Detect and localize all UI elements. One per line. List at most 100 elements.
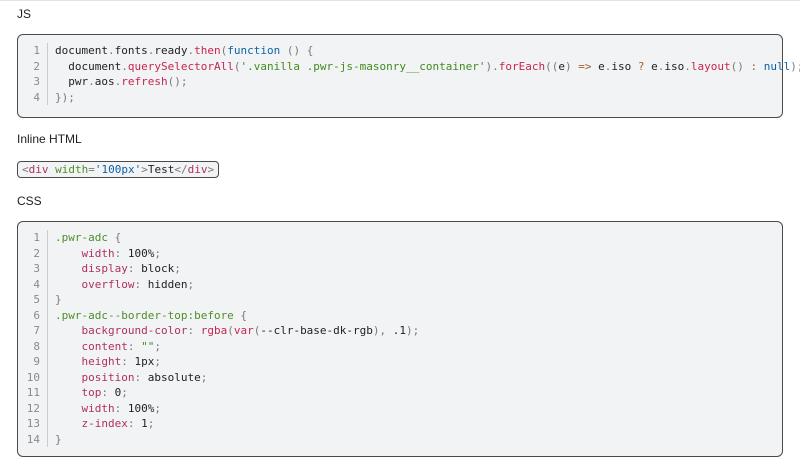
gutter-divider xyxy=(47,431,48,447)
code-token: : xyxy=(114,246,128,260)
line-number: 5 xyxy=(33,293,40,306)
gutter-divider xyxy=(47,89,48,105)
code-text: } xyxy=(55,432,62,448)
line-number: 1 xyxy=(33,231,40,244)
code-token: => xyxy=(571,59,599,73)
code-text: .pwr-adc--border-top:before { xyxy=(55,308,247,324)
line-number: 1 xyxy=(33,44,40,57)
code-text: content: ""; xyxy=(55,339,161,355)
code-token: null xyxy=(763,59,791,73)
gutter-divider xyxy=(47,323,48,339)
code-text: .pwr-adc { xyxy=(55,230,121,246)
css-section-label: CSS xyxy=(17,194,42,208)
css-code-line: 14} xyxy=(18,431,782,448)
code-token: pwr xyxy=(55,75,89,88)
code-token: { xyxy=(233,308,248,322)
code-token: ; xyxy=(154,401,161,415)
code-token: > xyxy=(207,163,215,176)
line-number: 12 xyxy=(26,401,40,415)
code-token: ); xyxy=(790,59,800,73)
code-token: . xyxy=(492,59,499,73)
code-token: ); xyxy=(406,324,420,337)
line-number: 10 xyxy=(26,370,40,384)
code-token: absolute xyxy=(147,370,201,384)
code-token: .pwr-adc xyxy=(55,231,108,244)
code-token: block xyxy=(141,262,175,275)
js-code-line: 3 pwr.aos.refresh(); xyxy=(18,74,782,90)
gutter-divider xyxy=(47,276,48,292)
code-token: .pwr-adc--border-top:before xyxy=(55,308,234,322)
css-code-line: 9 height: 1px; xyxy=(18,354,782,370)
code-token: . xyxy=(121,59,128,73)
code-token: . xyxy=(107,44,115,57)
code-token: content xyxy=(55,339,128,353)
code-token: position xyxy=(55,370,135,384)
code-text: } xyxy=(55,292,62,308)
code-text: top: 0; xyxy=(55,385,128,401)
code-token: : xyxy=(114,401,128,415)
code-token: 100% xyxy=(127,246,155,260)
code-token: (); xyxy=(167,75,188,88)
line-number: 7 xyxy=(33,324,40,337)
code-token: : xyxy=(743,59,764,73)
code-token: 1 xyxy=(141,417,148,430)
code-token: } xyxy=(55,432,62,446)
code-text: pwr.aos.refresh(); xyxy=(55,74,187,90)
js-code-block[interactable]: 1 document.fonts.ready.then(function () {… xyxy=(17,34,800,118)
code-token: { xyxy=(107,231,122,244)
top-divider xyxy=(0,0,800,1)
line-number: 4 xyxy=(33,277,40,291)
code-token: = xyxy=(88,163,95,176)
code-token: hidden xyxy=(147,277,188,291)
code-token: : xyxy=(127,417,142,430)
code-token: querySelectorAll xyxy=(127,59,234,73)
code-token: iso xyxy=(664,59,685,73)
code-token: : xyxy=(134,277,148,291)
code-token: ? xyxy=(631,59,652,73)
gutter-divider xyxy=(47,58,48,74)
line-number: 6 xyxy=(33,308,40,322)
line-number: 2 xyxy=(33,59,40,73)
css-code-line: 10 position: absolute; xyxy=(18,369,782,385)
css-code-line: 13 z-index: 1; xyxy=(18,416,782,432)
code-token: ; xyxy=(121,386,128,399)
gutter-divider xyxy=(47,354,48,370)
code-token: e xyxy=(558,59,565,73)
code-token: </ xyxy=(174,163,188,176)
code-text: width: 100%; xyxy=(55,246,161,262)
code-token: 1px xyxy=(134,355,155,368)
gutter-divider xyxy=(47,292,48,308)
code-token: () xyxy=(286,44,301,57)
gutter-divider xyxy=(47,307,48,323)
line-number: 4 xyxy=(33,90,40,104)
css-code-line: 4 overflow: hidden; xyxy=(18,276,782,293)
code-token: (( xyxy=(545,59,559,73)
js-code-line: 2 document.querySelectorAll('.vanilla .p… xyxy=(18,58,800,74)
code-text: height: 1px; xyxy=(55,354,161,370)
css-code-line: 2 width: 100%; xyxy=(18,245,782,262)
code-token: layout xyxy=(690,59,731,73)
js-section-label: JS xyxy=(17,7,32,21)
code-token: ; xyxy=(154,339,161,353)
code-token: ; xyxy=(147,417,155,430)
code-token: ready xyxy=(154,44,188,57)
code-text: width: 100%; xyxy=(55,401,161,417)
js-code-line: 4}); xyxy=(18,89,782,105)
css-code-line: 5} xyxy=(18,292,782,308)
js-code-line: 1 document.fonts.ready.then(function () { xyxy=(18,43,782,59)
code-text: display: block; xyxy=(55,261,180,277)
code-text: overflow: hidden; xyxy=(55,277,194,293)
css-code-block[interactable]: 1 .pwr-adc {2 width: 100%; 3 display: bloc… xyxy=(17,221,783,457)
css-code-line: 11 top: 0; xyxy=(18,385,782,401)
code-token: display xyxy=(55,262,128,275)
code-token: . xyxy=(88,75,95,88)
inline-html-code[interactable]: <div width='100px'>Test</div> xyxy=(17,161,220,178)
code-token: e xyxy=(598,59,605,73)
code-token: aos xyxy=(94,75,115,88)
gutter-divider xyxy=(47,261,48,277)
line-number: 13 xyxy=(26,417,40,430)
gutter-divider xyxy=(47,338,48,354)
code-token: : xyxy=(134,370,148,384)
code-token: function xyxy=(227,44,281,57)
code-token: div xyxy=(28,163,49,176)
